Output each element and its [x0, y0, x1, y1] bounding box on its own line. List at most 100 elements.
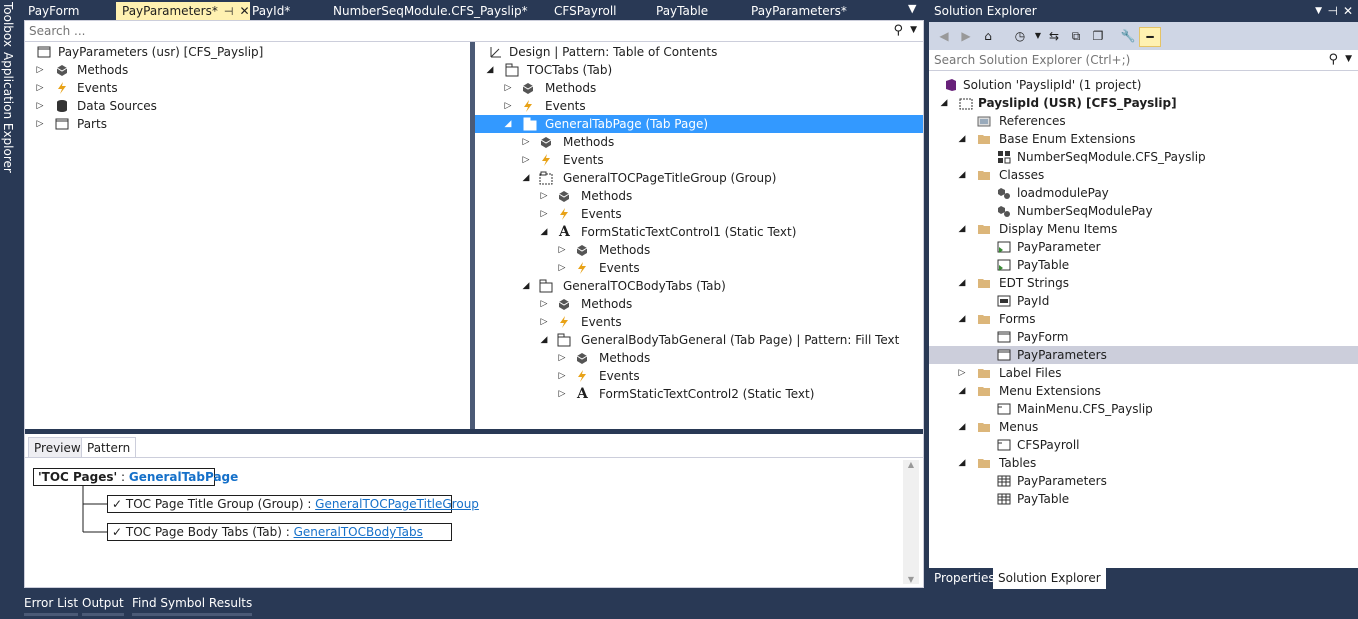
collapse-arrow-icon[interactable]: ◢	[957, 274, 967, 292]
collapse-arrow-icon[interactable]: ◢	[957, 166, 967, 184]
group-icon	[539, 171, 553, 185]
collapse-arrow-icon[interactable]: ◢	[957, 418, 967, 436]
expand-arrow-icon[interactable]: ▷	[35, 115, 45, 133]
tab-payform[interactable]: PayForm	[22, 2, 114, 20]
folder-icon	[978, 369, 990, 378]
dropdown-icon[interactable]: ▼	[1315, 0, 1322, 22]
folder-icon	[978, 423, 990, 432]
back-icon[interactable]: ◀	[935, 27, 953, 45]
expand-arrow-icon[interactable]: ▷	[35, 61, 45, 79]
expand-arrow-icon[interactable]: ▷	[521, 151, 531, 169]
collapse-arrow-icon[interactable]: ◢	[521, 169, 531, 187]
expand-arrow-icon[interactable]: ▷	[539, 187, 549, 205]
tab-payparameters-2[interactable]: PayParameters*	[745, 2, 875, 20]
methods-icon	[576, 245, 588, 256]
expand-arrow-icon[interactable]: ▷	[557, 385, 567, 403]
collapse-arrow-icon[interactable]: ◢	[485, 61, 495, 79]
application-explorer-tab[interactable]: Application Explorer	[1, 52, 15, 173]
pattern-root-link[interactable]: GeneralTabPage	[129, 470, 238, 484]
expand-arrow-icon[interactable]: ▷	[957, 364, 967, 382]
collapse-arrow-icon[interactable]: ◢	[521, 277, 531, 295]
solution-icon	[946, 79, 956, 91]
expand-arrow-icon[interactable]: ▷	[35, 79, 45, 97]
folder-icon	[978, 459, 990, 468]
tab-numberseqmodule[interactable]: NumberSeqModule.CFS_Payslip*	[327, 2, 545, 20]
designer-search-input[interactable]	[29, 24, 879, 38]
database-icon	[57, 100, 67, 112]
expand-arrow-icon[interactable]: ▷	[557, 241, 567, 259]
title-group-link[interactable]: GeneralTOCPageTitleGroup	[315, 497, 479, 511]
tab-page-icon	[523, 117, 537, 131]
solution-explorer-title: Solution Explorer ▼ ⊣ ✕	[929, 0, 1358, 22]
tab-payparameters-active[interactable]: PayParameters* ⊣ ✕	[116, 2, 250, 20]
side-tool-strip: Toolbox Application Explorer	[0, 0, 22, 619]
collapse-all-icon[interactable]: ⧉	[1067, 27, 1085, 45]
tab-output[interactable]: Output	[82, 594, 124, 616]
home-icon[interactable]: ⌂	[979, 27, 997, 45]
tab-solution-explorer[interactable]: Solution Explorer	[993, 568, 1106, 589]
tab-pattern[interactable]: Pattern	[81, 437, 137, 457]
chevron-down-icon[interactable]: ▼	[910, 25, 917, 35]
form-icon	[997, 349, 1011, 361]
expand-arrow-icon[interactable]: ▷	[503, 97, 513, 115]
properties-wrench-icon[interactable]: 🔧	[1119, 27, 1137, 45]
pattern-row-title-group[interactable]: ✓ TOC Page Title Group (Group) : General…	[107, 495, 479, 513]
pattern-scrollbar[interactable]: ▲ ▼	[903, 460, 919, 584]
tree-node-general-tab-page[interactable]: ◢ GeneralTabPage (Tab Page)	[475, 115, 923, 133]
pattern-row-body-tabs[interactable]: ✓ TOC Page Body Tabs (Tab) : GeneralTOCB…	[107, 523, 452, 541]
class-icon	[998, 206, 1010, 217]
chevron-down-icon[interactable]: ▼	[1345, 54, 1352, 64]
horizontal-splitter[interactable]	[25, 429, 923, 434]
form-icon	[997, 331, 1011, 343]
lightning-icon	[524, 100, 532, 112]
expand-arrow-icon[interactable]: ▷	[557, 259, 567, 277]
lightning-icon	[560, 316, 568, 328]
solution-bottom-tabs: Properties Solution Explorer	[929, 568, 1358, 589]
expand-arrow-icon[interactable]: ▷	[35, 97, 45, 115]
tab-cfspayroll[interactable]: CFSPayroll	[548, 2, 644, 20]
preview-toggle-icon[interactable]: ━	[1139, 27, 1161, 47]
design-icon	[490, 47, 501, 58]
collapse-arrow-icon[interactable]: ◢	[957, 310, 967, 328]
collapse-arrow-icon[interactable]: ◢	[539, 331, 549, 349]
show-all-files-icon[interactable]: ❐	[1089, 27, 1107, 45]
pin-icon[interactable]: ⊣	[1328, 0, 1338, 22]
expand-arrow-icon[interactable]: ▷	[557, 367, 567, 385]
collapse-arrow-icon[interactable]: ◢	[503, 115, 513, 133]
search-icon[interactable]: ⚲	[1328, 52, 1338, 67]
pin-icon[interactable]: ⊣	[224, 5, 234, 18]
toolbox-tab[interactable]: Toolbox	[1, 2, 15, 47]
pattern-panel: 'TOC Pages' : GeneralTabPage ✓ TOC Page …	[25, 457, 923, 587]
item-payparameters-form[interactable]: PayParameters	[929, 346, 1358, 364]
tab-payid[interactable]: PayId*	[246, 2, 326, 20]
menu-item-icon	[997, 259, 1011, 271]
tab-paytable[interactable]: PayTable	[650, 2, 742, 20]
solution-search-input[interactable]	[934, 53, 1314, 67]
collapse-arrow-icon[interactable]: ◢	[957, 220, 967, 238]
tab-preview[interactable]: Preview	[28, 437, 87, 457]
history-icon[interactable]: ◷	[1011, 27, 1029, 45]
collapse-arrow-icon[interactable]: ◢	[957, 130, 967, 148]
collapse-arrow-icon[interactable]: ◢	[939, 94, 949, 112]
body-tabs-link[interactable]: GeneralTOCBodyTabs	[294, 525, 423, 539]
sync-icon[interactable]: ⇆	[1045, 27, 1063, 45]
tab-find-symbol-results[interactable]: Find Symbol Results	[132, 594, 253, 616]
expand-arrow-icon[interactable]: ▷	[539, 313, 549, 331]
document-tab-bar: PayForm PayParameters* ⊣ ✕ PayId* NumberSe…	[22, 0, 924, 20]
tab-list-dropdown-icon[interactable]: ▼	[908, 2, 916, 15]
search-icon[interactable]: ⚲	[893, 23, 903, 38]
expand-arrow-icon[interactable]: ▷	[521, 133, 531, 151]
collapse-arrow-icon[interactable]: ◢	[957, 382, 967, 400]
close-icon[interactable]: ✕	[1343, 0, 1353, 22]
expand-arrow-icon[interactable]: ▷	[503, 79, 513, 97]
tab-properties[interactable]: Properties	[929, 568, 1000, 589]
expand-arrow-icon[interactable]: ▷	[539, 205, 549, 223]
tab-error-list[interactable]: Error List	[24, 594, 79, 616]
collapse-arrow-icon[interactable]: ◢	[539, 223, 549, 241]
expand-arrow-icon[interactable]: ▷	[557, 349, 567, 367]
forward-icon[interactable]: ▶	[957, 27, 975, 45]
folder-icon	[978, 387, 990, 396]
collapse-arrow-icon[interactable]: ◢	[957, 454, 967, 472]
expand-arrow-icon[interactable]: ▷	[539, 295, 549, 313]
form-icon	[37, 46, 51, 58]
